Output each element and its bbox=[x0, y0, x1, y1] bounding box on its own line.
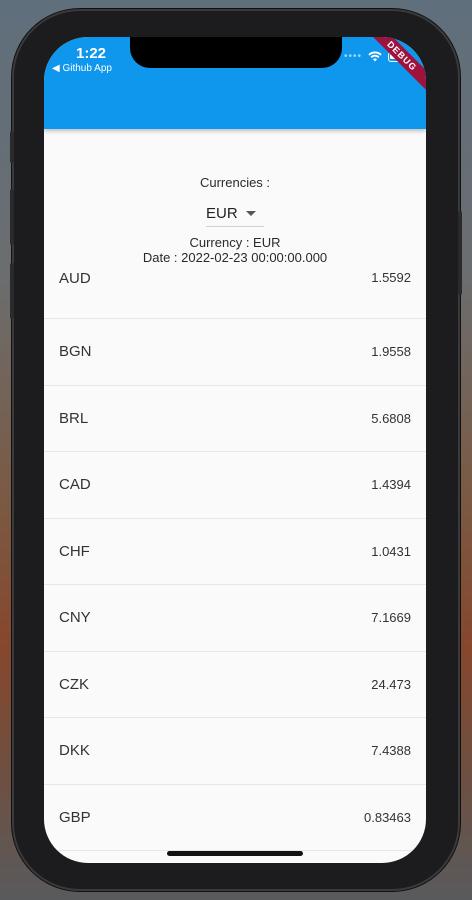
back-to-app-link[interactable]: ◀ Github App bbox=[52, 63, 112, 74]
list-item[interactable]: CNY 7.1669 bbox=[44, 585, 426, 652]
currency-rate: 24.473 bbox=[371, 676, 411, 692]
notch bbox=[130, 37, 342, 68]
currency-code: CHF bbox=[59, 542, 90, 560]
currency-code: CZK bbox=[59, 675, 89, 693]
currency-rate: 1.4394 bbox=[371, 477, 411, 493]
list-item[interactable]: GBP 0.83463 bbox=[44, 785, 426, 851]
currencies-heading: Currencies : bbox=[199, 175, 271, 190]
currency-code: GBP bbox=[59, 808, 91, 826]
currency-rate: 5.6808 bbox=[371, 410, 411, 426]
currency-dropdown[interactable]: EUR bbox=[206, 201, 264, 227]
volume-down-button bbox=[10, 263, 14, 319]
list-item[interactable]: BRL 5.6808 bbox=[44, 386, 426, 452]
currency-code: CAD bbox=[59, 476, 91, 494]
currency-code: CNY bbox=[59, 609, 91, 627]
currency-dropdown-value: EUR bbox=[206, 205, 238, 222]
wifi-icon bbox=[368, 51, 382, 62]
currency-code: BRL bbox=[59, 409, 89, 427]
list-item[interactable]: CZK 24.473 bbox=[44, 652, 426, 718]
power-button bbox=[458, 211, 462, 295]
debug-banner: DEBUG bbox=[361, 37, 426, 97]
signal-icon: •••• bbox=[344, 51, 363, 62]
list-item[interactable]: CHF 1.0431 bbox=[44, 519, 426, 585]
home-indicator[interactable] bbox=[167, 851, 303, 856]
list-item[interactable]: BGN 1.9558 bbox=[44, 319, 426, 386]
app-bar: 1:22 ◀ Github App •••• DEBUG bbox=[44, 37, 426, 129]
volume-up-button bbox=[10, 189, 14, 245]
list-item[interactable]: CAD 1.4394 bbox=[44, 452, 426, 519]
chevron-down-icon bbox=[245, 211, 256, 216]
currency-code: AUD bbox=[59, 270, 91, 287]
currency-rate: 1.9558 bbox=[371, 344, 411, 360]
app-screen: 1:22 ◀ Github App •••• DEBUG Currencies … bbox=[44, 37, 426, 863]
currency-rate: 7.1669 bbox=[371, 610, 411, 626]
rates-list: AUD 1.5592 BGN 1.9558 BRL 5.6808 CAD 1.4… bbox=[44, 259, 426, 851]
mute-switch bbox=[10, 131, 14, 163]
currency-rate: 1.5592 bbox=[371, 270, 411, 285]
currency-rate: 0.83463 bbox=[364, 809, 411, 825]
currency-code: BGN bbox=[59, 343, 92, 361]
currency-code: DKK bbox=[59, 742, 90, 760]
currency-rate: 7.4388 bbox=[371, 743, 411, 759]
list-item[interactable]: AUD 1.5592 bbox=[44, 259, 426, 319]
currency-rate: 1.0431 bbox=[371, 543, 411, 559]
status-time: 1:22 bbox=[76, 45, 107, 62]
currency-line: Currency : EUR bbox=[189, 235, 281, 250]
list-item[interactable]: DKK 7.4388 bbox=[44, 718, 426, 785]
